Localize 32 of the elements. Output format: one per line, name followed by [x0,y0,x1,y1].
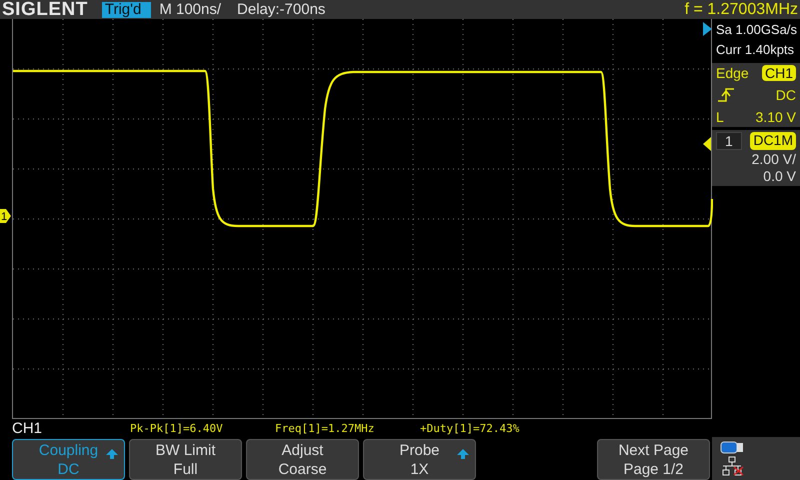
rising-edge-icon [716,87,736,103]
trigger-status: Trig'd [102,2,152,18]
delay-label: Delay:-700ns [237,1,326,18]
frequency-readout: f = 1.27003MHz [684,0,798,18]
softkey[interactable]: Coupling DC [12,439,125,480]
trigger-position-marker-icon [703,22,712,36]
usb-storage-icon [720,441,744,454]
channel-number: 1 [716,132,742,150]
trigger-coupling-label: DC [776,87,796,103]
sample-rate-label: Sa 1.00GSa/s [716,21,798,39]
network-disconnected-icon [720,456,744,476]
trigger-source-badge: CH1 [762,65,796,81]
vertical-scale-label: 2.00 V/ [752,151,796,167]
timebase-label: M 100ns/ [159,1,222,18]
measurement-readout: Pk-Pk[1]=6.40V [130,422,224,434]
memory-depth-label: Curr 1.40kpts [716,41,796,59]
softkey[interactable]: Next Page Page 1/2 [597,439,710,480]
softkey[interactable]: Probe 1X [363,439,476,480]
softkey[interactable]: BW Limit Full [129,439,242,480]
trigger-level-value: 3.10 V [756,109,796,125]
softkey[interactable]: Adjust Coarse [246,439,359,480]
brand-logo: SIGLENT [2,0,88,20]
measurement-readout: +Duty[1]=72.43% [420,422,520,434]
up-arrow-icon [457,449,469,459]
up-arrow-icon [106,449,118,459]
measurement-readout: Freq[1]=1.27MHz [275,422,376,434]
trigger-level-label: L [716,109,725,125]
channel-marker: 1 [0,209,11,223]
channel-coupling-badge: DC1M [750,132,796,150]
vertical-offset-label: 0.0 V [763,168,796,184]
menu-title: CH1 [11,420,44,436]
trigger-type-label: Edge [716,65,750,81]
